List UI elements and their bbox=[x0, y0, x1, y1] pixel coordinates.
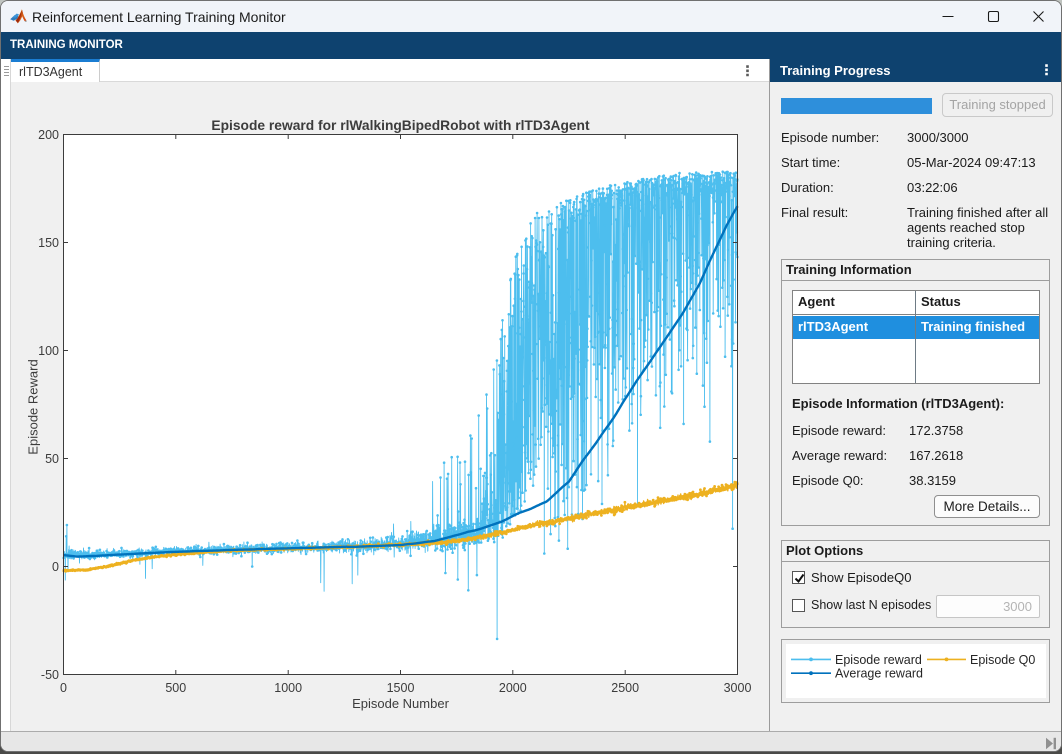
svg-text:500: 500 bbox=[165, 681, 186, 695]
svg-text:-50: -50 bbox=[41, 668, 59, 682]
svg-text:150: 150 bbox=[38, 236, 59, 250]
svg-text:2500: 2500 bbox=[611, 681, 639, 695]
svg-text:Episode Number: Episode Number bbox=[352, 696, 449, 711]
svg-text:100: 100 bbox=[38, 344, 59, 358]
svg-text:0: 0 bbox=[52, 560, 59, 574]
svg-text:Episode reward: Episode reward bbox=[835, 653, 922, 667]
svg-text:3000: 3000 bbox=[724, 681, 752, 695]
svg-text:Episode Q0: Episode Q0 bbox=[970, 653, 1035, 667]
svg-text:0: 0 bbox=[60, 681, 67, 695]
svg-text:50: 50 bbox=[45, 452, 59, 466]
svg-text:1500: 1500 bbox=[387, 681, 415, 695]
svg-text:200: 200 bbox=[38, 128, 59, 142]
svg-text:Average reward: Average reward bbox=[835, 667, 923, 681]
svg-text:1000: 1000 bbox=[274, 681, 302, 695]
svg-text:Episode Reward: Episode Reward bbox=[26, 359, 41, 454]
svg-text:2000: 2000 bbox=[499, 681, 527, 695]
svg-text:Episode reward for rlWalkingBi: Episode reward for rlWalkingBipedRobot w… bbox=[211, 118, 590, 133]
